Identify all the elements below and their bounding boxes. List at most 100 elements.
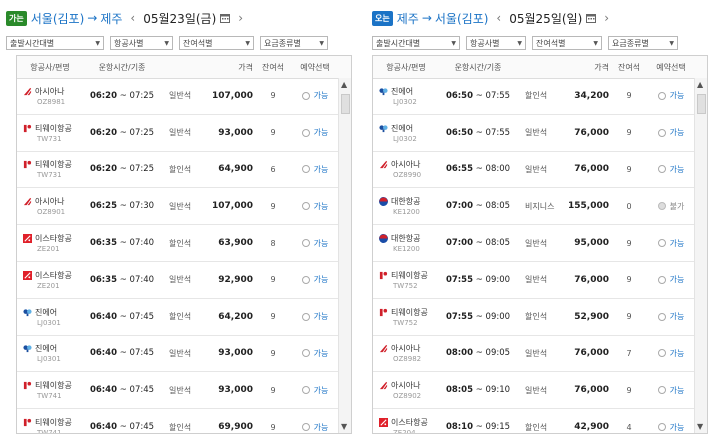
reserve-radio[interactable] (657, 165, 666, 174)
price: 93,000 (218, 127, 253, 138)
header-reserve: 예약선택 (656, 62, 686, 72)
time-separator: ~ (473, 348, 486, 359)
reserve-select[interactable]: 가능 (649, 348, 693, 359)
flight-row[interactable]: 티웨이항공 TW752 07:55 ~ 09:00 할인석 52,900 9 가능 (373, 299, 695, 336)
reserve-select[interactable]: 가능 (293, 274, 337, 285)
flight-row[interactable]: 이스타항공 ZE201 06:35 ~ 07:40 할인석 63,900 8 가능 (17, 225, 339, 262)
reserve-select[interactable]: 가능 (649, 238, 693, 249)
availability-label: 가능 (669, 164, 685, 174)
reserve-radio[interactable] (301, 349, 310, 358)
chevron-down-icon[interactable]: ▼ (697, 422, 703, 431)
reserve-radio[interactable] (301, 128, 310, 137)
reserve-select[interactable]: 가능 (649, 385, 693, 396)
flight-row[interactable]: 진에어 LJ0301 06:40 ~ 07:45 일반석 93,000 9 가능 (17, 336, 339, 373)
calendar-icon[interactable] (220, 13, 231, 23)
reserve-select[interactable]: 가능 (649, 127, 693, 138)
reserve-select[interactable]: 가능 (293, 201, 337, 212)
flight-row[interactable]: 진에어 LJ0301 06:40 ~ 07:45 할인석 64,200 9 가능 (17, 299, 339, 336)
reserve-radio[interactable] (301, 423, 310, 432)
flight-row[interactable]: 티웨이항공 TW741 06:40 ~ 07:45 일반석 93,000 9 가능 (17, 372, 339, 410)
filter-fare-type[interactable]: 요금종류별 ▼ (608, 36, 678, 50)
filter-fare-type[interactable]: 요금종류별 ▼ (260, 36, 328, 50)
scrollbar[interactable]: ▲ ▼ (694, 78, 707, 433)
scroll-thumb[interactable] (697, 94, 706, 114)
reserve-radio[interactable] (301, 239, 310, 248)
reserve-radio[interactable] (657, 91, 666, 100)
prev-date-icon[interactable]: ‹ (496, 11, 501, 25)
reserve-select[interactable]: 가능 (649, 164, 693, 175)
chevron-up-icon[interactable]: ▲ (697, 80, 703, 89)
filter-departure-time[interactable]: 출발시간대별 ▼ (372, 36, 460, 50)
reserve-radio[interactable] (657, 128, 666, 137)
flight-row[interactable]: 아시아나 OZ8902 08:05 ~ 09:10 일반석 76,000 9 가능 (373, 372, 695, 410)
airline-line: 진에어 (23, 307, 83, 318)
reserve-select[interactable]: 가능 (649, 311, 693, 322)
filter-airline[interactable]: 항공사별 ▼ (110, 36, 173, 50)
flight-row[interactable]: 티웨이항공 TW731 06:20 ~ 07:25 일반석 93,000 9 가능 (17, 115, 339, 152)
reserve-select[interactable]: 가능 (649, 422, 693, 433)
airline-cell: 대한항공 KE1200 (373, 233, 439, 253)
inbound-flight-table: 항공사/편명 운항시간/기종 가격 잔여석 예약선택 진에어 LJ0302 06:5… (372, 55, 708, 434)
reserve-select[interactable]: 가능 (293, 311, 337, 322)
filter-remaining-seats[interactable]: 잔여석별 ▼ (179, 36, 254, 50)
flight-row[interactable]: 진에어 LJ0302 06:50 ~ 07:55 할인석 34,200 9 가능 (373, 78, 695, 115)
time-separator: ~ (117, 201, 130, 212)
flight-time: 06:25 ~ 07:30 (83, 201, 161, 211)
chevron-down-icon: ▼ (245, 39, 250, 47)
reserve-select[interactable]: 가능 (649, 274, 693, 285)
reserve-select[interactable]: 가능 (293, 385, 337, 396)
reserve-radio[interactable] (657, 423, 666, 432)
chevron-down-icon[interactable]: ▼ (341, 422, 347, 431)
inbound-panel: 오는 제주 → 서울(김포) ‹ 05월25일(일) › 출발시간대별 ▼ 항공사… (368, 0, 720, 445)
scrollbar[interactable]: ▲ ▼ (338, 78, 351, 433)
flight-code: LJ0301 (37, 355, 61, 364)
flight-row[interactable]: 아시아나 OZ8901 06:25 ~ 07:30 일반석 107,000 9 가능 (17, 188, 339, 226)
reserve-radio[interactable] (657, 349, 666, 358)
reserve-select[interactable]: 가능 (649, 90, 693, 101)
reserve-radio[interactable] (301, 386, 310, 395)
reserve-select[interactable]: 가능 (293, 348, 337, 359)
flight-row[interactable]: 아시아나 OZ8990 06:55 ~ 08:00 일반석 76,000 9 가능 (373, 152, 695, 189)
reserve-radio[interactable] (657, 312, 666, 321)
seat-class: 할인석 (169, 164, 192, 174)
time-separator: ~ (117, 238, 130, 249)
flight-row[interactable]: 대한항공 KE1200 07:00 ~ 08:05 비지니스 155,000 0 불가 (373, 188, 695, 226)
flight-row[interactable]: 티웨이항공 TW752 07:55 ~ 09:00 일반석 76,000 9 가능 (373, 262, 695, 299)
reserve-radio[interactable] (657, 386, 666, 395)
scroll-thumb[interactable] (341, 94, 350, 114)
reserve-radio[interactable] (301, 202, 310, 211)
flight-row[interactable]: 진에어 LJ0302 06:50 ~ 07:55 일반석 76,000 9 가능 (373, 115, 695, 152)
reserve-select[interactable]: 가능 (293, 90, 337, 101)
calendar-icon[interactable] (586, 13, 597, 23)
flight-code: ZE201 (37, 281, 60, 290)
next-date-icon[interactable]: › (604, 11, 609, 25)
flight-row[interactable]: 이스타항공 ZE201 06:35 ~ 07:40 일반석 92,900 9 가능 (17, 262, 339, 299)
arrival-time: 07:55 (485, 127, 511, 138)
prev-date-icon[interactable]: ‹ (130, 11, 135, 25)
reserve-select[interactable]: 가능 (293, 127, 337, 138)
filter-label: 항공사별 (470, 38, 500, 48)
reserve-radio[interactable] (301, 275, 310, 284)
reserve-radio[interactable] (301, 312, 310, 321)
reserve-select[interactable]: 가능 (293, 422, 337, 433)
flight-row[interactable]: 티웨이항공 TW741 06:40 ~ 07:45 할인석 69,900 9 가능 (17, 409, 339, 433)
reserve-radio[interactable] (657, 239, 666, 248)
reserve-select[interactable]: 가능 (293, 238, 337, 249)
reserve-radio[interactable] (657, 275, 666, 284)
flight-row[interactable]: 이스타항공 ZE204 08:10 ~ 09:15 할인석 42,900 4 가능 (373, 409, 695, 434)
reserve-radio[interactable] (301, 91, 310, 100)
filter-airline[interactable]: 항공사별 ▼ (466, 36, 526, 50)
reserve-radio[interactable] (301, 165, 310, 174)
reserve-select[interactable]: 가능 (293, 164, 337, 175)
header-remaining: 잔여석 (617, 62, 641, 72)
flight-row[interactable]: 티웨이항공 TW731 06:20 ~ 07:25 할인석 64,900 6 가능 (17, 152, 339, 189)
flight-row[interactable]: 아시아나 OZ8982 08:00 ~ 09:05 일반석 76,000 7 가능 (373, 336, 695, 373)
next-date-icon[interactable]: › (238, 11, 243, 25)
filter-departure-time[interactable]: 출발시간대별 ▼ (6, 36, 104, 50)
flight-code: ZE204 (393, 429, 416, 434)
filter-remaining-seats[interactable]: 잔여석별 ▼ (532, 36, 602, 50)
flight-row[interactable]: 아시아나 OZ8981 06:20 ~ 07:25 일반석 107,000 9 가능 (17, 78, 339, 115)
flight-row[interactable]: 대한항공 KE1200 07:00 ~ 08:05 일반석 95,000 9 가능 (373, 225, 695, 262)
chevron-up-icon[interactable]: ▲ (341, 80, 347, 89)
chevron-down-icon: ▼ (451, 39, 456, 47)
